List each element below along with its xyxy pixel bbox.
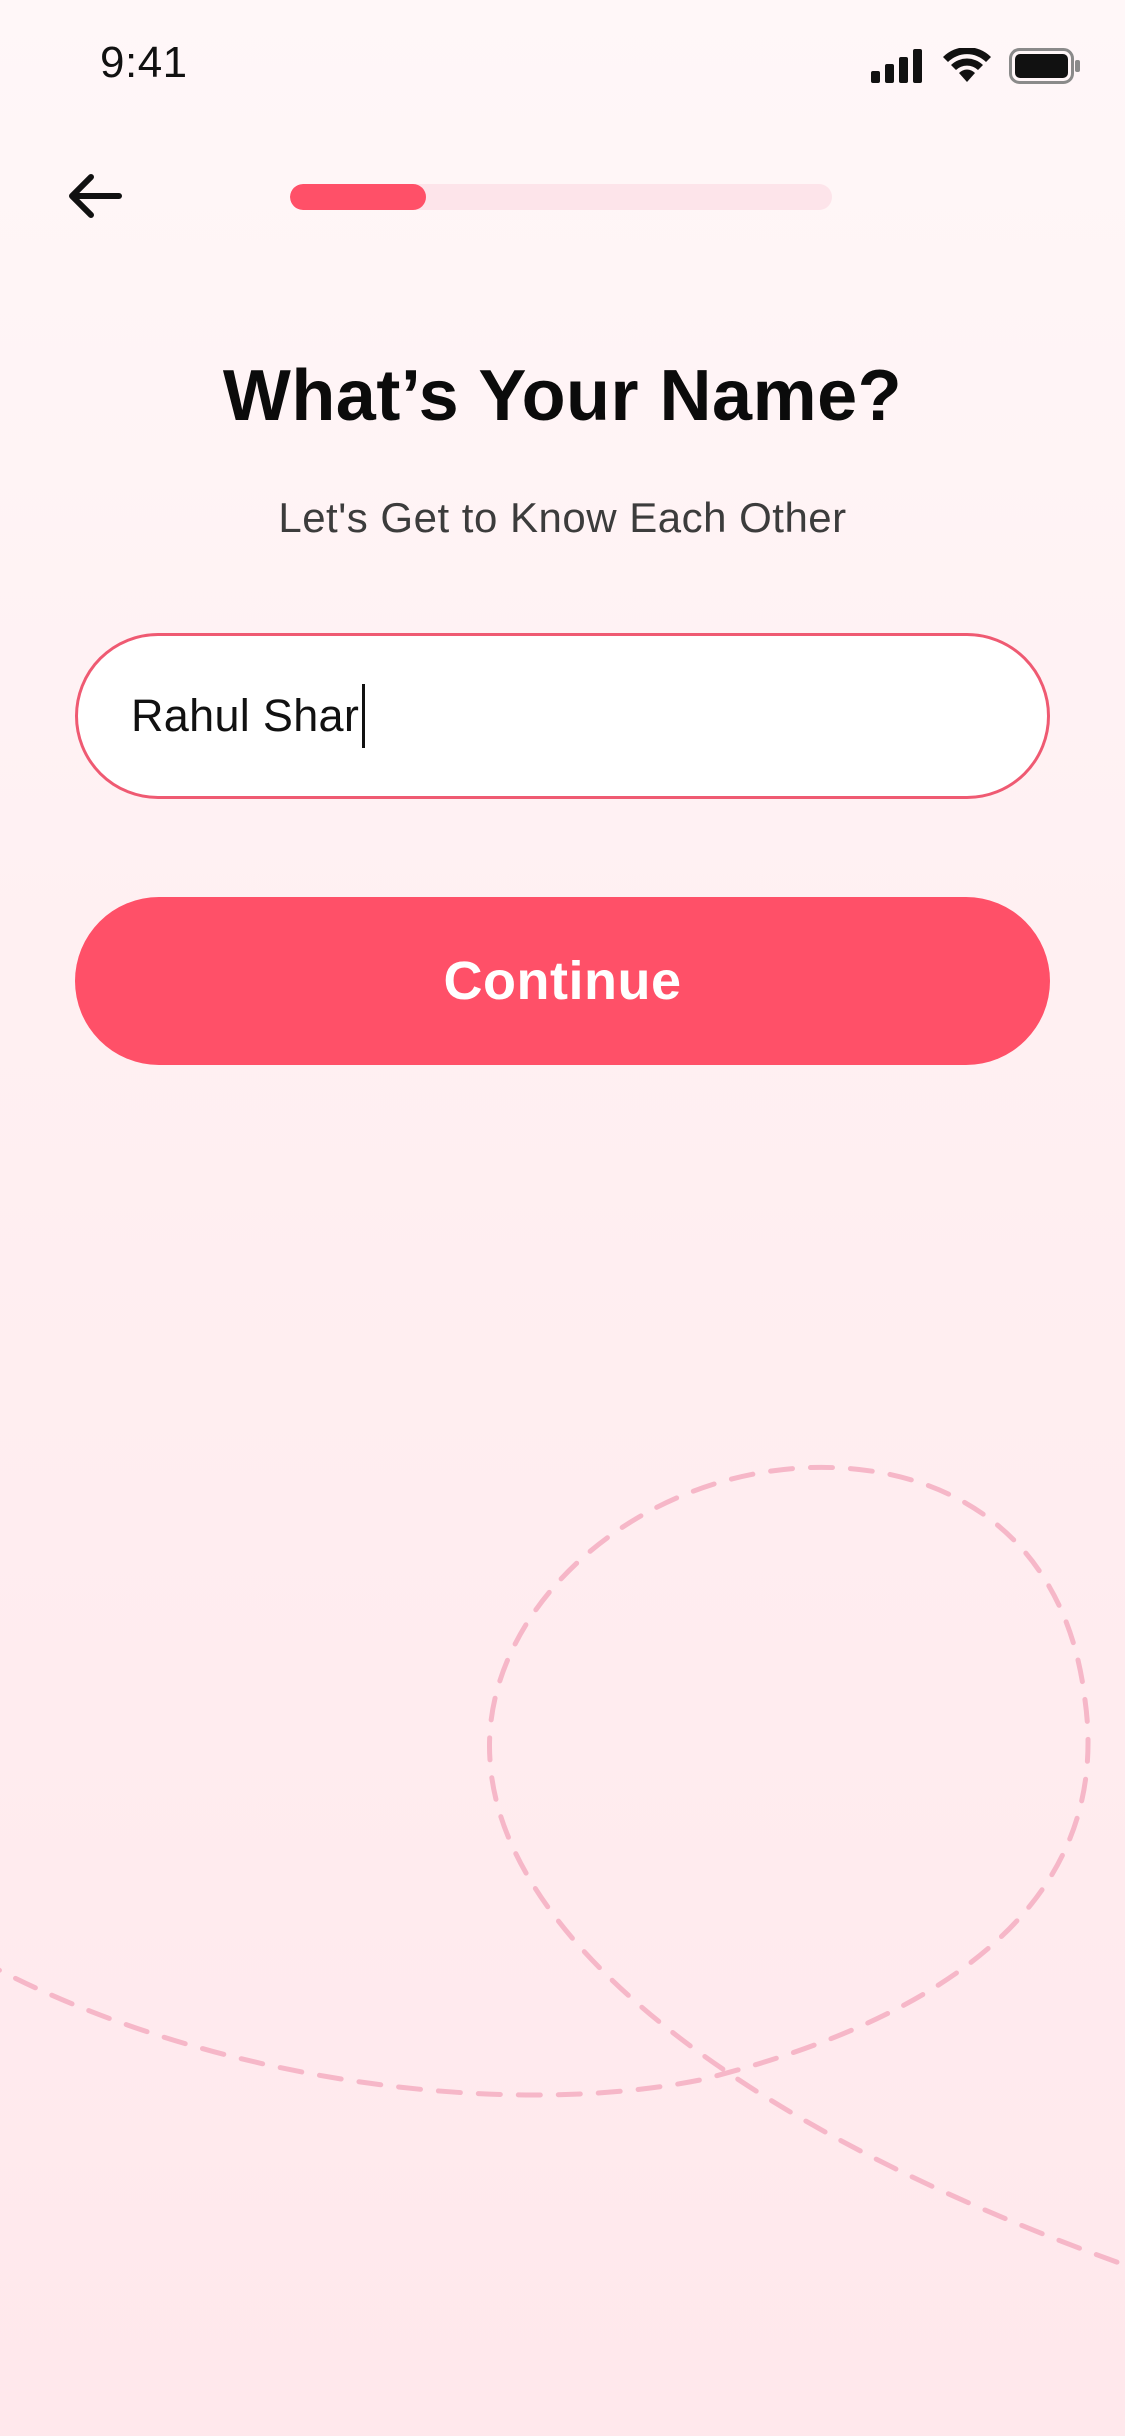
text-cursor: [362, 684, 366, 748]
page-subtitle: Let's Get to Know Each Other: [278, 494, 847, 541]
progress-bar-fill: [290, 184, 426, 210]
name-input[interactable]: Rahul Shar: [131, 636, 366, 796]
status-time: 9:41: [100, 38, 188, 87]
name-input-value: Rahul Shar: [131, 690, 360, 741]
page-title: What’s Your Name?: [222, 356, 903, 436]
battery-icon: [1009, 48, 1081, 89]
onboarding-progress-bar: [290, 184, 832, 210]
name-field[interactable]: Rahul Shar: [75, 633, 1050, 799]
status-icons: [871, 47, 1081, 89]
name-entry-screen: 9:41 What’s Your Name? Let's Get to Know…: [0, 0, 1125, 2436]
arrow-left-icon: [67, 173, 123, 224]
continue-button[interactable]: Continue: [75, 897, 1050, 1065]
wifi-icon: [943, 47, 991, 89]
status-bar: 9:41: [0, 0, 1125, 132]
cellular-signal-icon: [871, 49, 925, 88]
back-button[interactable]: [60, 168, 130, 228]
